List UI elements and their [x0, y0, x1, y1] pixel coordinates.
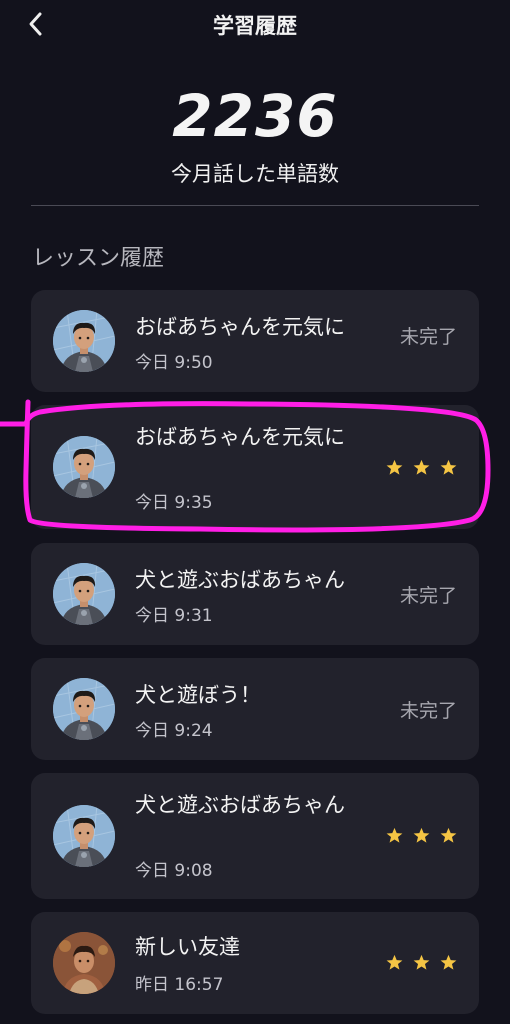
divider	[31, 205, 479, 206]
lesson-card[interactable]: 新しい友達 昨日 16:57	[31, 912, 479, 1014]
rating-stars	[386, 954, 457, 971]
lesson-time: 今日 9:50	[135, 353, 213, 373]
star-icon	[386, 459, 403, 475]
avatar	[53, 436, 115, 498]
lesson-card[interactable]: 犬と遊ぼう！ 今日 9:24 未完了	[31, 658, 479, 760]
avatar	[53, 932, 115, 994]
lesson-title: 犬と遊ぶおばあちゃん	[135, 568, 345, 592]
rating-stars	[386, 459, 457, 476]
lesson-time: 今日 9:24	[135, 721, 213, 741]
lesson-status: 未完了	[399, 585, 457, 607]
star-icon	[386, 827, 403, 843]
lesson-title: おばあちゃんを元気に	[135, 315, 345, 339]
word-count-label: 今月話した単語数	[171, 162, 339, 186]
section-title: レッスン履歴	[32, 246, 165, 271]
lesson-title: 犬と遊ぶおばあちゃん	[135, 793, 345, 817]
lesson-time: 今日 9:35	[135, 493, 213, 513]
lesson-title: おばあちゃんを元気に	[135, 425, 345, 449]
star-icon	[413, 954, 430, 970]
rating-stars	[386, 827, 457, 844]
lesson-status: 未完了	[399, 700, 457, 722]
avatar	[53, 678, 115, 740]
lesson-time: 今日 9:08	[135, 861, 213, 881]
lesson-card[interactable]: おばあちゃんを元気に 今日 9:50 未完了	[31, 290, 479, 392]
avatar	[53, 805, 115, 867]
lesson-history-screen: 学習履歴 2236 今月話した単語数 レッスン履歴 おばあちゃんを元気に 今日 …	[0, 0, 510, 1024]
star-icon	[386, 954, 403, 970]
star-icon	[413, 827, 430, 843]
star-icon	[440, 827, 457, 843]
lesson-title: 犬と遊ぼう！	[135, 683, 261, 707]
lesson-title: 新しい友達	[135, 935, 240, 959]
lesson-card[interactable]: 犬と遊ぶおばあちゃん 今日 9:08	[31, 773, 479, 899]
page-title: 学習履歴	[213, 14, 297, 38]
avatar	[53, 310, 115, 372]
lesson-card[interactable]: 犬と遊ぶおばあちゃん 今日 9:31 未完了	[31, 543, 479, 645]
lesson-card[interactable]: おばあちゃんを元気に 今日 9:35	[31, 405, 479, 529]
word-count: 2236	[172, 82, 338, 150]
lesson-status: 未完了	[399, 326, 457, 348]
lesson-time: 昨日 16:57	[135, 975, 224, 995]
star-icon	[413, 459, 430, 475]
star-icon	[440, 459, 457, 475]
header: 学習履歴	[0, 0, 510, 48]
star-icon	[440, 954, 457, 970]
lesson-time: 今日 9:31	[135, 606, 213, 626]
avatar	[53, 563, 115, 625]
